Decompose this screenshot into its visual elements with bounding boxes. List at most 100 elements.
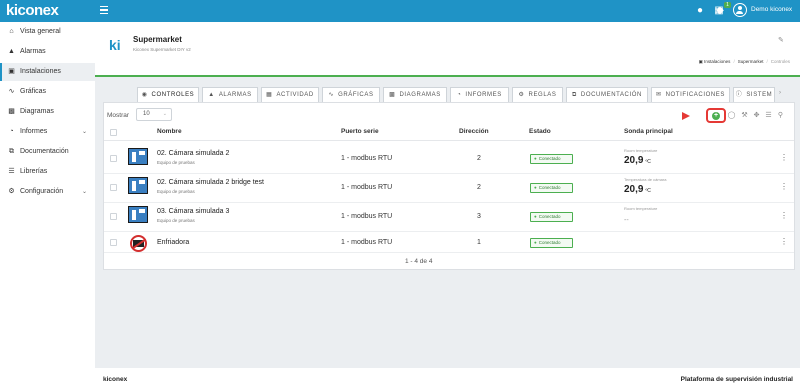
row-divider: [104, 252, 794, 253]
pie-icon: ◔: [9, 128, 14, 135]
envelope-icon: ✉: [655, 92, 662, 98]
image-icon: ▩: [8, 108, 15, 115]
device-name[interactable]: 03. Cámara simulada 3: [157, 208, 229, 215]
sidebar-item-informes[interactable]: ◔ Informes ⌄: [0, 123, 95, 141]
tab-label: DIAGRAMAS: [399, 92, 441, 98]
tab-sistema[interactable]: ⓘ SISTEM: [733, 87, 775, 102]
sidebar-item-label: Informes: [20, 128, 48, 135]
row-menu-icon[interactable]: ⋮: [780, 182, 788, 191]
breadcrumb-item-controles: Controles: [770, 59, 790, 64]
column-header-name[interactable]: Nombre: [157, 128, 182, 135]
link-icon[interactable]: ◯: [727, 111, 736, 120]
menu-toggle-button[interactable]: [100, 6, 110, 15]
tabs-scroll-right-icon[interactable]: ›: [779, 90, 781, 96]
messages-badge: 1: [724, 2, 731, 8]
row-checkbox[interactable]: [110, 155, 117, 162]
status-label: Conectado: [538, 185, 561, 190]
edit-pencil-icon[interactable]: ✎: [778, 36, 784, 44]
breadcrumb-separator: /: [733, 59, 735, 64]
info-icon: ⓘ: [735, 92, 743, 98]
tab-notificaciones[interactable]: ✉ NOTIFICACIONES: [651, 87, 730, 102]
tab-graficas[interactable]: ∿ GRÁFICAS: [322, 87, 380, 102]
tab-label: CONTROLES: [151, 92, 195, 98]
sidebar-item-label: Gráficas: [20, 88, 47, 95]
tab-alarmas[interactable]: ▲ ALARMAS: [202, 87, 258, 102]
tab-actividad[interactable]: ▦ ACTIVIDAD: [261, 87, 319, 102]
tab-reglas[interactable]: ⚙ REGLAS: [512, 87, 563, 102]
sidebar-item-vista-general[interactable]: ⌂ Vista general: [0, 23, 95, 41]
list-icon: ☰: [8, 168, 15, 175]
column-header-state[interactable]: Estado: [529, 128, 551, 135]
footer-brand: kiconex: [103, 376, 128, 383]
sidebar-item-label: Instalaciones: [20, 68, 61, 75]
sidebar-item-label: Vista general: [20, 28, 61, 35]
column-header-address[interactable]: Dirección: [459, 128, 489, 135]
wrench-icon[interactable]: ⚒: [740, 111, 749, 120]
device-name[interactable]: Enfriadora: [157, 239, 189, 246]
installation-header: ki Supermarket Kiconex Supermarket DIY v…: [95, 22, 800, 77]
row-checkbox[interactable]: [110, 213, 117, 220]
sidebar-item-diagramas[interactable]: ▩ Diagramas: [0, 103, 95, 121]
plug-icon: ●: [534, 156, 537, 161]
annotation-arrow: [682, 112, 690, 120]
column-header-port[interactable]: Puerto serie: [341, 128, 379, 135]
library-icon[interactable]: ▦ 1: [712, 2, 731, 18]
row-menu-icon[interactable]: ⋮: [780, 211, 788, 220]
status-label: Conectado: [538, 240, 561, 245]
column-header-probe[interactable]: Sonda principal: [624, 128, 673, 135]
device-address: 2: [477, 155, 481, 162]
document-icon: ⧉: [9, 148, 14, 155]
chat-icon[interactable]: ●: [693, 4, 707, 18]
table-header-divider: [104, 140, 794, 141]
breadcrumb-item-instalaciones[interactable]: Instalaciones: [704, 59, 730, 64]
row-checkbox[interactable]: [110, 184, 117, 191]
tab-label: REGLAS: [528, 92, 557, 98]
add-device-button[interactable]: +: [712, 112, 720, 120]
row-menu-icon[interactable]: ⋮: [780, 153, 788, 162]
device-port: 1 - modbus RTU: [341, 155, 393, 162]
sidebar-item-configuracion[interactable]: ⚙ Configuración ⌄: [0, 183, 95, 201]
kiconex-logo[interactable]: kiconex: [6, 2, 94, 20]
sidebar-item-alarmas[interactable]: ▲ Alarmas: [0, 43, 95, 61]
tab-documentacion[interactable]: ⧉ DOCUMENTACIÓN: [566, 87, 648, 102]
probe-number: 20,9: [624, 184, 644, 195]
tab-diagramas[interactable]: ▩ DIAGRAMAS: [383, 87, 447, 102]
device-name[interactable]: 02. Cámara simulada 2 bridge test: [157, 179, 264, 186]
probe-value: 20,9 ºC: [624, 155, 651, 166]
select-all-checkbox[interactable]: [110, 129, 117, 136]
page-title: Supermarket: [133, 35, 182, 44]
user-avatar[interactable]: [733, 3, 747, 17]
home-icon: ⌂: [9, 28, 14, 35]
device-name[interactable]: 02. Cámara simulada 2: [157, 150, 229, 157]
probe-number: 20,9: [624, 155, 644, 166]
sidebar-item-graficas[interactable]: ∿ Gráficas: [0, 83, 95, 101]
page-subtitle: Kiconex Supermarket DIY v2: [133, 47, 191, 52]
chevron-down-icon: ⌄: [81, 129, 87, 135]
sidebar-item-label: Diagramas: [20, 108, 54, 115]
sidebar-item-label: Librerías: [20, 168, 48, 175]
breadcrumb-item-supermarket[interactable]: Supermarket: [738, 59, 764, 64]
sidebar-item-instalaciones[interactable]: ▣ Instalaciones: [0, 63, 95, 81]
probe-value: 20,9 ºC: [624, 184, 651, 195]
factory-icon: ▣: [8, 68, 15, 75]
search-icon[interactable]: ⚲: [776, 111, 785, 120]
device-address: 3: [477, 213, 481, 220]
tab-label: SISTEM: [746, 92, 773, 98]
installation-logo: ki: [109, 37, 121, 53]
list-view-icon[interactable]: ☰: [764, 111, 773, 120]
chart-icon: ∿: [8, 88, 15, 95]
tab-controles[interactable]: ◉ CONTROLES: [137, 87, 199, 103]
user-name[interactable]: Demo kiconex: [751, 6, 792, 13]
probe-label: Room temperature: [624, 206, 658, 211]
page-size-select[interactable]: 10 ⌄: [136, 108, 172, 121]
move-icon[interactable]: ✥: [752, 111, 761, 120]
row-menu-icon[interactable]: ⋮: [780, 237, 788, 246]
sidebar-item-documentacion[interactable]: ⧉ Documentación: [0, 143, 95, 161]
device-address: 1: [477, 239, 481, 246]
chart-icon: ∿: [328, 92, 335, 98]
row-checkbox[interactable]: [110, 239, 117, 246]
sidebar-item-librerias[interactable]: ☰ Librerías: [0, 163, 95, 181]
tab-informes[interactable]: ◔ INFORMES: [450, 87, 509, 102]
page-size-label: Mostrar: [107, 112, 130, 119]
gauge-icon: ◉: [141, 92, 148, 98]
